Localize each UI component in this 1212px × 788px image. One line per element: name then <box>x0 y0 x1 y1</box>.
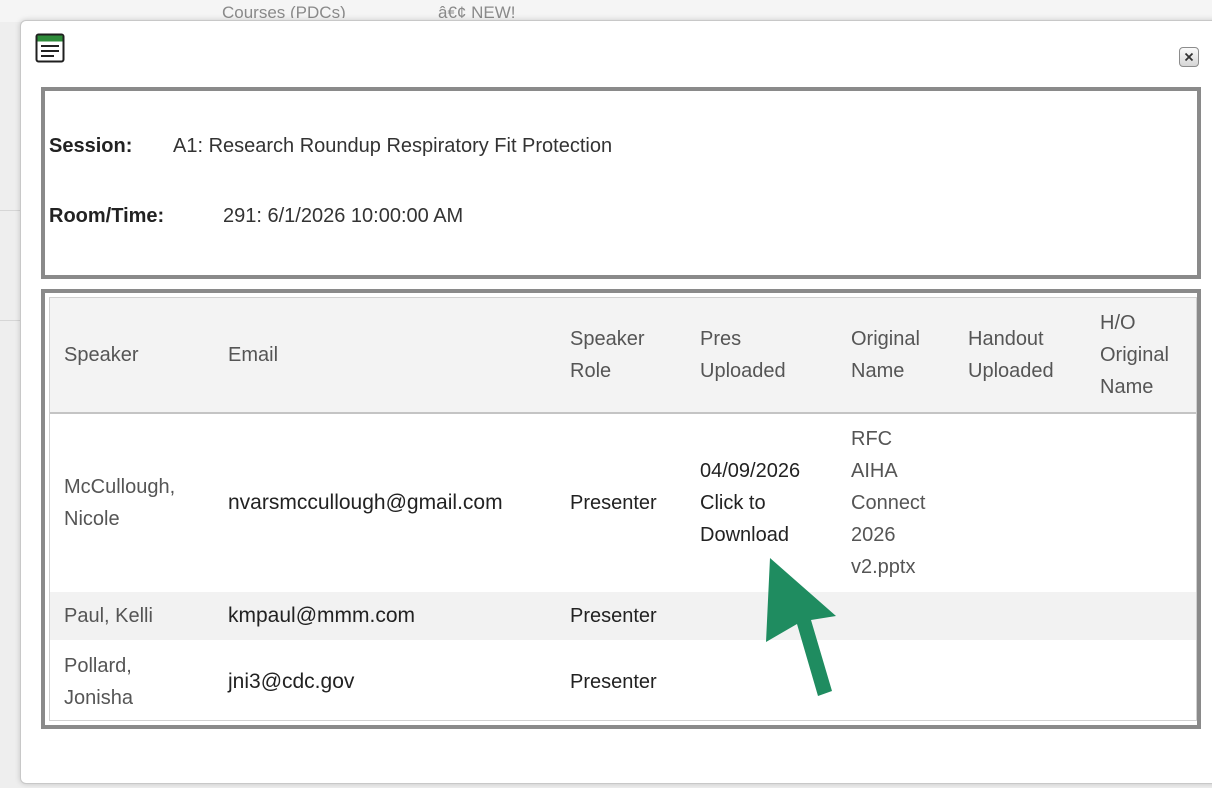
session-details-dialog: Session: A1: Research Roundup Respiratory… <box>20 20 1212 784</box>
session-row: Session: A1: Research Roundup Respiratory… <box>49 135 612 158</box>
session-info-panel: Session: A1: Research Roundup Respiratory… <box>41 87 1201 279</box>
close-icon <box>1184 52 1194 62</box>
speaker-email-cell: kmpaul@mmm.com <box>214 592 556 640</box>
handout-uploaded-cell <box>954 413 1086 592</box>
pres-uploaded-cell: 04/09/2026 Click to Download <box>686 413 837 592</box>
speaker-name-cell: Pollard, Jonisha <box>64 655 133 709</box>
pres-uploaded-cell <box>686 592 837 640</box>
room-time-row: Room/Time: 291: 6/1/2026 10:00:00 AM <box>49 205 463 228</box>
speaker-name-cell: Paul, Kelli <box>50 592 214 640</box>
column-header-pres-uploaded[interactable]: Pres Uploaded <box>686 298 837 414</box>
table-row: Paul, Kelli kmpaul@mmm.com Presenter <box>50 592 1196 640</box>
speaker-role-cell: Presenter <box>570 492 657 514</box>
original-name-cell <box>837 592 954 640</box>
speakers-table-container: Speaker Email Speaker Role Pres Uploaded O… <box>49 297 1197 721</box>
session-label: Session: <box>49 135 133 157</box>
room-time-label: Room/Time: <box>49 205 165 227</box>
speaker-name-cell: McCullough, Nicole <box>64 476 176 530</box>
table-header-row: Speaker Email Speaker Role Pres Uploaded O… <box>50 298 1196 414</box>
table-row: McCullough, Nicole nvarsmccullough@gmail.… <box>50 413 1196 592</box>
column-header-ho-original-name[interactable]: H/O Original Name <box>1086 298 1196 414</box>
speaker-email-cell: nvarsmccullough@gmail.com <box>228 491 503 514</box>
column-header-speaker[interactable]: Speaker <box>50 298 214 414</box>
window-list-icon <box>35 33 65 63</box>
room-time-value: 291: 6/1/2026 10:00:00 AM <box>223 205 464 227</box>
original-name-cell <box>837 640 954 720</box>
speaker-role-cell: Presenter <box>570 671 657 693</box>
download-presentation-link[interactable]: 04/09/2026 Click to Download <box>700 455 837 551</box>
background-divider <box>0 320 22 321</box>
speaker-email-cell: jni3@cdc.gov <box>228 670 355 693</box>
ho-original-name-cell <box>1086 640 1196 720</box>
column-header-original-name[interactable]: Original Name <box>837 298 954 414</box>
column-header-handout-uploaded[interactable]: Handout Uploaded <box>954 298 1086 414</box>
pres-uploaded-cell <box>686 640 837 720</box>
ho-original-name-cell <box>1086 413 1196 592</box>
background-divider <box>0 210 22 211</box>
ho-original-name-cell <box>1086 592 1196 640</box>
background-page-header: Courses (PDCs) â€¢ NEW! <box>0 0 1212 22</box>
background-link-courses: Courses (PDCs) <box>222 3 346 18</box>
column-header-email[interactable]: Email <box>214 298 556 414</box>
background-new-badge: â€¢ NEW! <box>438 3 516 18</box>
handout-uploaded-cell <box>954 640 1086 720</box>
handout-uploaded-cell <box>954 592 1086 640</box>
speakers-table: Speaker Email Speaker Role Pres Uploaded O… <box>50 298 1196 720</box>
table-row: Pollard, Jonisha jni3@cdc.gov Presenter <box>50 640 1196 720</box>
session-value: A1: Research Roundup Respiratory Fit Pro… <box>173 135 613 157</box>
speaker-role-cell: Presenter <box>556 592 686 640</box>
speakers-table-panel: Speaker Email Speaker Role Pres Uploaded O… <box>41 289 1201 729</box>
close-button[interactable] <box>1179 47 1199 67</box>
original-name-cell: RFC AIHA Connect 2026 v2.pptx <box>851 428 926 578</box>
column-header-speaker-role[interactable]: Speaker Role <box>556 298 686 414</box>
